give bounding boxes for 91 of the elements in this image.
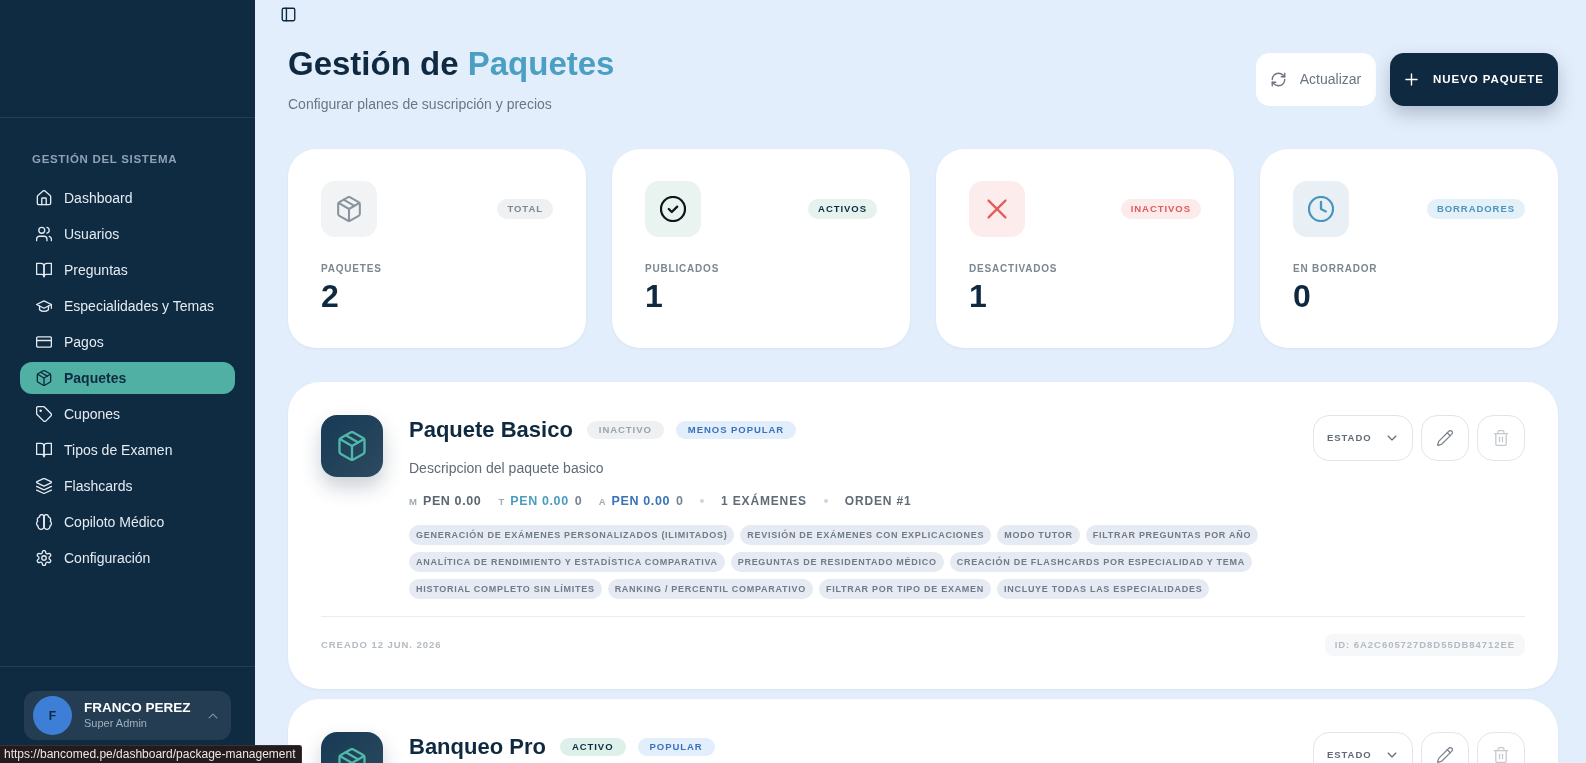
user-role: Super Admin (84, 716, 148, 731)
nav-item[interactable]: Dashboard (20, 182, 235, 214)
pencil-icon (1437, 747, 1453, 763)
layers-icon (36, 478, 52, 494)
stat-label: EN BORRADOR (1293, 262, 1379, 276)
package-name: Paquete Basico (409, 418, 573, 442)
package-description: Descripcion del paquete basico (409, 459, 605, 478)
house-icon (36, 190, 52, 206)
exam-count: 1 EXÁMENES (721, 492, 807, 510)
feature-tag: ANALÍTICA DE RENDIMIENTO Y ESTADÍSTICA COMPARATIVA (409, 552, 725, 572)
nav-item[interactable]: Copiloto Médico (20, 506, 235, 538)
nav-item[interactable]: Cupones (20, 398, 235, 430)
status-badge: ACTIVO (559, 738, 626, 756)
new-package-button[interactable]: NUEVO PAQUETE (1390, 53, 1558, 106)
dot-icon (823, 499, 828, 503)
status-badge: INACTIVO (586, 421, 664, 439)
stat-label: PAQUETES (321, 262, 383, 276)
price-period-label: A (598, 494, 606, 509)
feature-tag: RANKING / PERCENTIL COMPARATIVO (607, 579, 813, 599)
x-icon (969, 181, 1025, 237)
cube-icon (36, 370, 52, 386)
pencil-icon (1437, 430, 1453, 446)
feature-tag: HISTORIAL COMPLETO SIN LÍMITES (409, 579, 602, 599)
nav-item[interactable]: Tipos de Examen (20, 434, 235, 466)
user-card[interactable]: F FRANCO PEREZ Super Admin (24, 691, 231, 740)
price-note: 0 (676, 492, 684, 510)
refresh-icon (1270, 72, 1286, 87)
popularity-badge: MENOS POPULAR (675, 421, 797, 439)
nav-item[interactable]: Especialidades y Temas (20, 290, 235, 322)
stat-value: 0 (1293, 279, 1312, 313)
feature-tag: REVISIÓN DE EXÁMENES CON EXPLICACIONES (740, 525, 992, 545)
stat-value: 1 (645, 279, 664, 313)
refresh-button[interactable]: Actualizar (1256, 53, 1376, 106)
cube-icon (321, 415, 383, 477)
user-name: FRANCO PEREZ (84, 700, 192, 716)
trash-icon (1493, 430, 1509, 446)
feature-tag: INCLUYE TODAS LAS ESPECIALIDADES (997, 579, 1210, 599)
settings-icon (36, 550, 52, 566)
package-name: Banqueo Pro (409, 735, 546, 759)
status-dropdown[interactable]: ESTADO (1313, 415, 1413, 461)
feature-tag: FILTRAR PREGUNTAS POR AÑO (1085, 525, 1259, 545)
book-icon (36, 262, 52, 278)
feature-tag: MODO TUTOR (997, 525, 1080, 545)
status-dropdown[interactable]: ESTADO (1313, 732, 1413, 763)
package-id: ID: 6A2C605727D8D55DB84712EE (1324, 634, 1525, 656)
stat-label: PUBLICADOS (645, 262, 721, 276)
book-icon (36, 442, 52, 458)
credit-card-icon (36, 334, 52, 350)
nav-item[interactable]: Flashcards (20, 470, 235, 502)
price-period-label: M (409, 494, 417, 509)
price-note: 0 (574, 492, 582, 510)
stat-badge: BORRADORES (1426, 199, 1525, 219)
section-title: GESTIÓN DEL SISTEMA (32, 152, 178, 166)
price-amount: PEN 0.00 (510, 492, 569, 510)
page-title: Gestión de Paquetes (288, 44, 615, 84)
edit-button[interactable] (1421, 415, 1469, 461)
price-amount: PEN 0.00 (611, 492, 671, 510)
created-date: CREADO 12 JUN. 2026 (321, 637, 442, 652)
clock-icon (1293, 181, 1349, 237)
brain-icon (36, 514, 52, 530)
nav-item[interactable]: Usuarios (20, 218, 235, 250)
users-icon (36, 226, 52, 242)
stat-value: 2 (321, 279, 340, 313)
stat-value: 1 (969, 279, 988, 313)
stat-badge: TOTAL (497, 199, 553, 219)
nav-item[interactable]: Pagos (20, 326, 235, 358)
stat-label: DESACTIVADOS (969, 262, 1059, 276)
feature-tag: PREGUNTAS DE RESIDENTADO MÉDICO (730, 552, 944, 572)
stat-badge: ACTIVOS (808, 199, 877, 219)
feature-tag: GENERACIÓN DE EXÁMENES PERSONALIZADOS (ILIMITADOS) (409, 525, 735, 545)
graduation-cap-icon (36, 298, 52, 314)
price-period-label: T (498, 494, 505, 509)
nav-item[interactable]: Paquetes (20, 362, 235, 394)
page-subtitle: Configurar planes de suscripción y precios (288, 95, 553, 114)
sort-order: ORDEN #1 (844, 493, 912, 510)
dot-icon (700, 499, 705, 503)
nav-item[interactable]: Configuración (20, 542, 235, 574)
feature-tag: CREACIÓN DE FLASHCARDS POR ESPECIALIDAD Y TEMA (949, 552, 1252, 572)
plus-icon (1404, 72, 1420, 87)
price-amount: PEN 0.00 (422, 492, 482, 510)
nav-item[interactable]: Preguntas (20, 254, 235, 286)
delete-button[interactable] (1477, 415, 1525, 461)
popularity-badge: POPULAR (637, 738, 715, 756)
status-url: https://bancomed.pe/dashboard/package-management (0, 745, 302, 763)
tag-icon (36, 406, 52, 422)
avatar: F (33, 696, 72, 735)
sidebar-toggle-icon[interactable] (281, 7, 296, 22)
stat-badge: INACTIVOS (1120, 199, 1201, 219)
cube-icon (321, 181, 377, 237)
feature-tag: FILTRAR POR TIPO DE EXAMEN (818, 579, 991, 599)
trash-icon (1493, 747, 1509, 763)
